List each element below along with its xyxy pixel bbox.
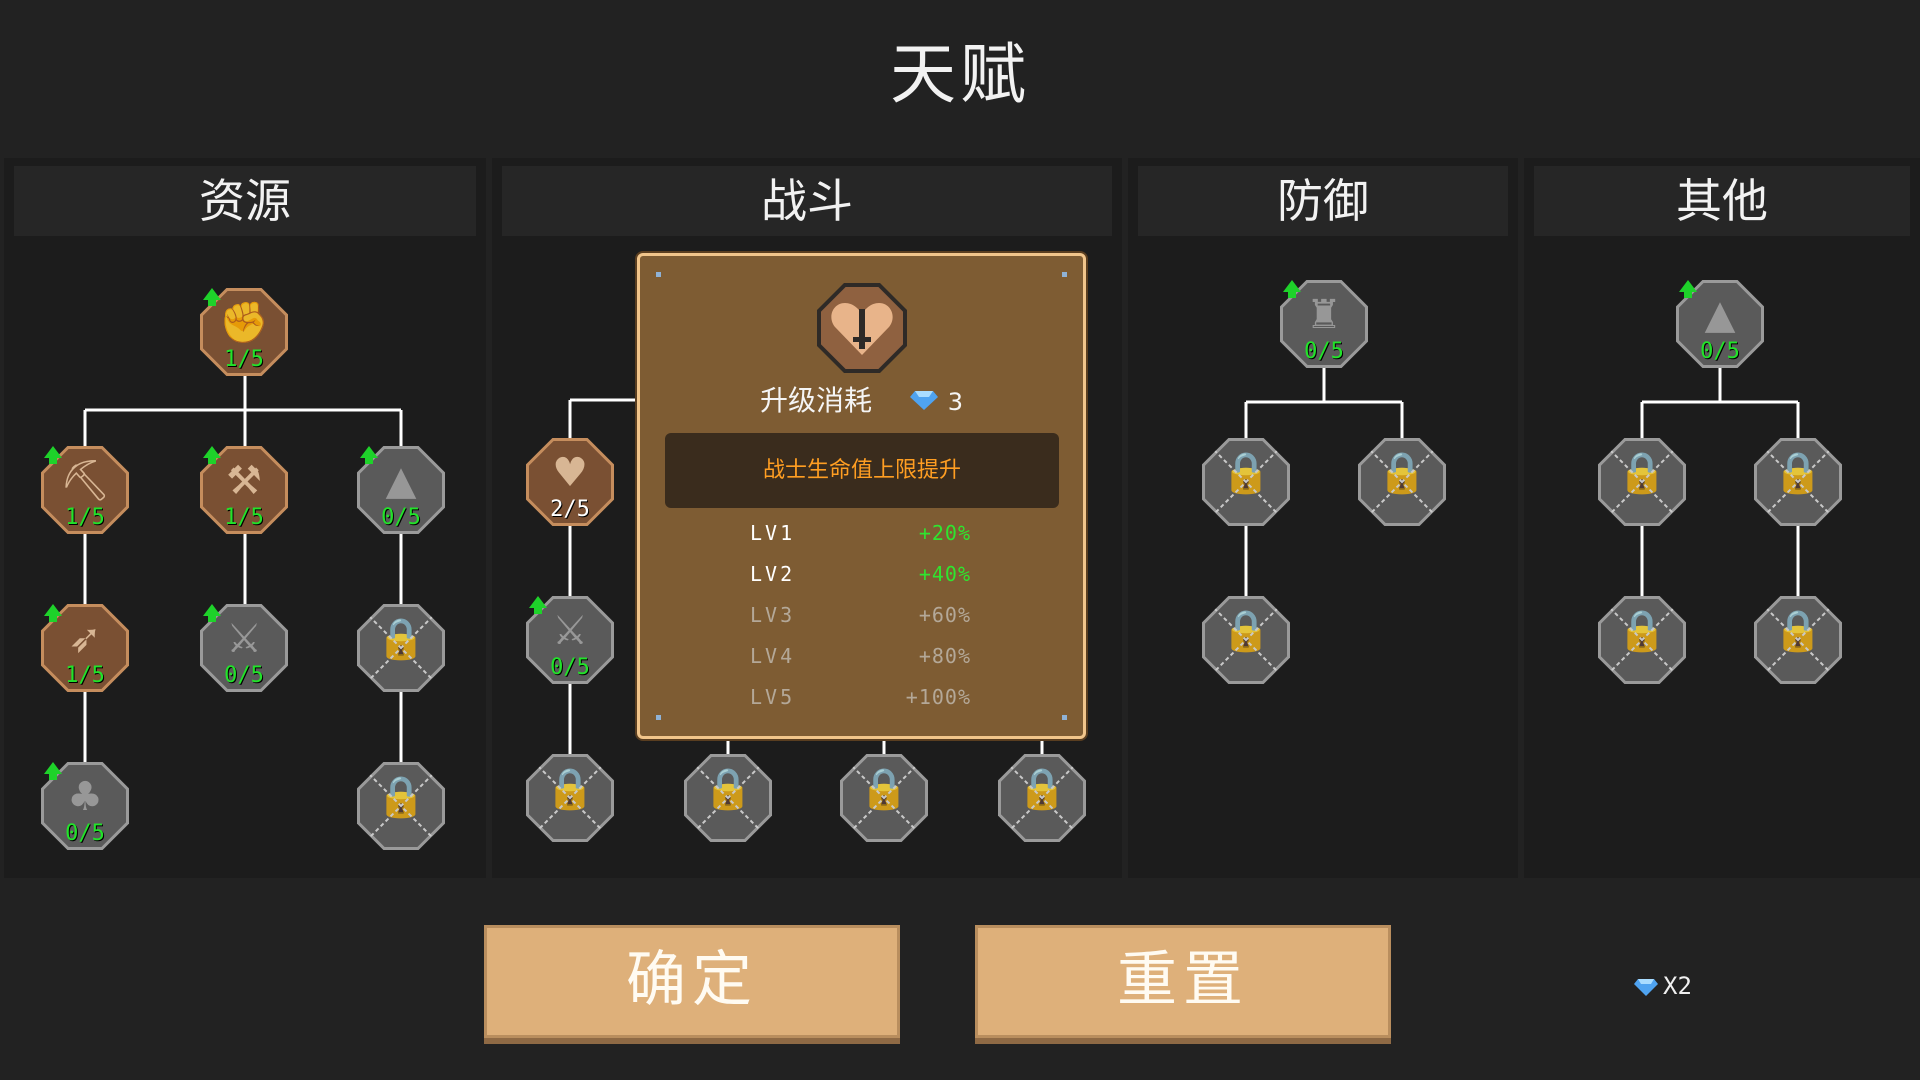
level-value: +100%	[905, 685, 971, 709]
locked-chain-icon	[537, 765, 603, 831]
locked-chain-icon	[368, 773, 434, 839]
upgrade-arrow-icon	[1283, 280, 1301, 298]
upgrade-cost: 升级消耗 3	[640, 381, 1083, 422]
level-row: LV3 +60%	[640, 595, 1083, 635]
talent-node-locked[interactable]: 🔒	[357, 762, 445, 850]
gem-currency: X2	[1633, 968, 1692, 1004]
upgrade-cost-value: 3	[947, 388, 964, 416]
talent-node-locked[interactable]: 🔒	[526, 754, 614, 842]
talent-node-heart-sword-icon[interactable]: ♥ 2/5	[526, 438, 614, 526]
panel-other: 其他	[1524, 158, 1920, 878]
level-label: LV4	[750, 644, 796, 668]
confirm-button[interactable]: 确定	[484, 925, 900, 1038]
level-value: +60%	[918, 603, 971, 627]
level-row: LV2 +40%	[640, 554, 1083, 594]
upgrade-arrow-icon	[203, 604, 221, 622]
level-value: +20%	[918, 521, 971, 545]
corner-rivet	[656, 272, 661, 277]
upgrade-arrow-icon	[44, 604, 62, 622]
upgrade-arrow-icon	[44, 446, 62, 464]
talent-description: 战士生命值上限提升	[665, 433, 1059, 508]
upgrade-arrow-icon	[44, 762, 62, 780]
upgrade-arrow-icon	[203, 288, 221, 306]
heart-sword-icon	[817, 283, 907, 373]
tree-lines-other	[1640, 368, 1800, 598]
locked-chain-icon	[695, 765, 761, 831]
reset-button[interactable]: 重置	[975, 925, 1391, 1038]
level-row: LV5 +100%	[640, 677, 1083, 717]
talent-node-locked[interactable]: 🔒	[840, 754, 928, 842]
upgrade-arrow-icon	[1679, 280, 1697, 298]
tree-lines-defense	[1244, 368, 1404, 598]
level-label: LV3	[750, 603, 796, 627]
upgrade-arrow-icon	[360, 446, 378, 464]
heart-sword-icon: ♥	[552, 450, 588, 496]
locked-chain-icon	[851, 765, 917, 831]
level-label: LV2	[750, 562, 796, 586]
upgrade-cost-label: 升级消耗	[759, 384, 872, 417]
level-label: LV1	[750, 521, 796, 545]
talent-node-locked[interactable]: 🔒	[684, 754, 772, 842]
upgrade-arrow-icon	[203, 446, 221, 464]
level-value: +80%	[918, 644, 971, 668]
talent-node-locked[interactable]: 🔒	[357, 604, 445, 692]
page-title: 天赋	[890, 36, 1030, 113]
gem-icon	[909, 391, 938, 410]
level-row: LV4 +80%	[640, 636, 1083, 676]
corner-rivet	[1062, 272, 1067, 277]
locked-chain-icon	[368, 615, 434, 681]
level-label: LV5	[750, 685, 796, 709]
gem-count-label: X2	[1663, 972, 1692, 1000]
level-value: +40%	[918, 562, 971, 586]
panel-defense: 防御	[1128, 158, 1518, 878]
level-row: LV1 +20%	[640, 513, 1083, 553]
upgrade-arrow-icon	[529, 596, 547, 614]
talent-detail-popup: 升级消耗 3 战士生命值上限提升 LV1 +20% LV2 +40% LV3 +…	[637, 253, 1086, 739]
gem-icon	[1634, 979, 1658, 996]
